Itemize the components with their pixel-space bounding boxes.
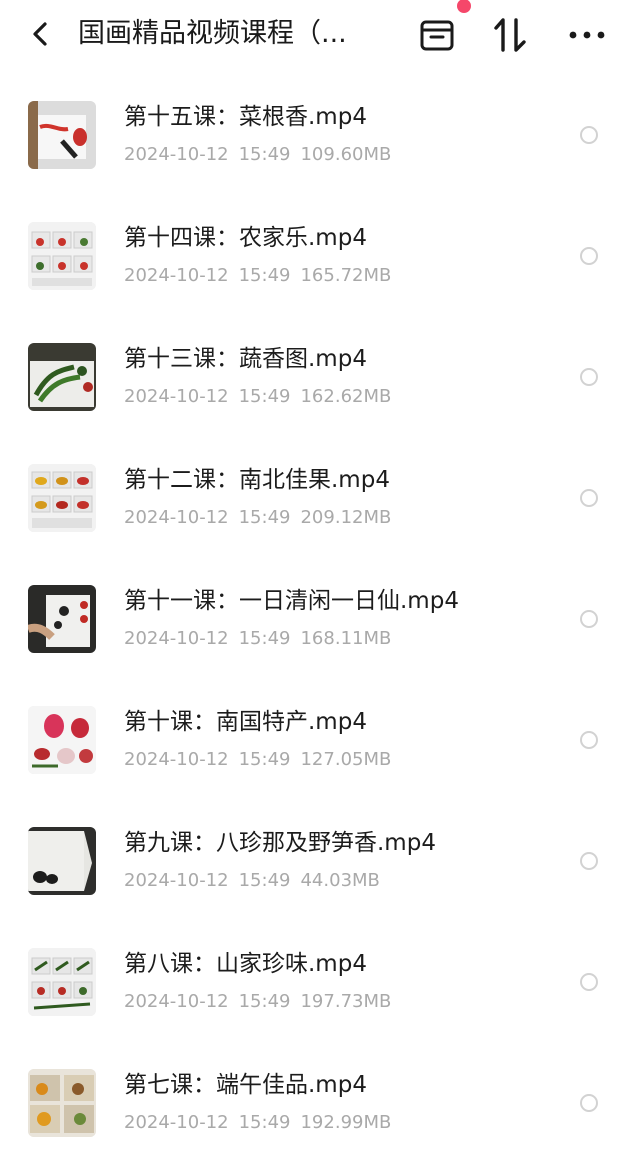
file-time: 15:49 — [238, 991, 291, 1012]
select-radio[interactable] — [580, 610, 598, 628]
file-date: 2024-10-12 — [124, 1112, 229, 1133]
file-size: 209.12MB — [300, 507, 392, 528]
file-meta: 2024-10-12 15:49 192.99MB — [124, 1110, 401, 1136]
file-size: 165.72MB — [300, 265, 392, 286]
video-thumbnail — [28, 222, 96, 290]
file-name: 第十课：南国特产.mp4 — [124, 709, 367, 735]
file-name: 第九课：八珍那及野笋香.mp4 — [124, 830, 436, 856]
file-time: 15:49 — [238, 144, 291, 165]
file-meta: 2024-10-12 15:49 109.60MB — [124, 142, 401, 168]
file-meta: 2024-10-12 15:49 168.11MB — [124, 626, 401, 652]
file-row[interactable]: 第十一课：一日清闲一日仙.mp4 2024-10-12 15:49 168.11MB — [0, 554, 640, 675]
file-time: 15:49 — [238, 265, 291, 286]
file-list: 第十五课：菜根香.mp4 2024-10-12 15:49 109.60MB 第… — [0, 70, 640, 1159]
window-button[interactable] — [414, 12, 460, 58]
file-meta: 2024-10-12 15:49 162.62MB — [124, 384, 401, 410]
file-size: 127.05MB — [300, 749, 392, 770]
video-thumbnail — [28, 948, 96, 1016]
file-date: 2024-10-12 — [124, 749, 229, 770]
more-button[interactable] — [564, 12, 610, 58]
file-size: 197.73MB — [300, 991, 392, 1012]
select-radio[interactable] — [580, 489, 598, 507]
file-row[interactable]: 第九课：八珍那及野笋香.mp4 2024-10-12 15:49 44.03MB — [0, 796, 640, 917]
select-radio[interactable] — [580, 247, 598, 265]
file-date: 2024-10-12 — [124, 265, 229, 286]
file-size: 44.03MB — [300, 870, 380, 891]
window-icon — [420, 20, 454, 51]
file-date: 2024-10-12 — [124, 507, 229, 528]
file-time: 15:49 — [238, 507, 291, 528]
file-date: 2024-10-12 — [124, 386, 229, 407]
file-size: 168.11MB — [300, 628, 392, 649]
file-name: 第十二课：南北佳果.mp4 — [124, 467, 390, 493]
select-radio[interactable] — [580, 731, 598, 749]
file-meta: 2024-10-12 15:49 209.12MB — [124, 505, 401, 531]
file-name: 第十五课：菜根香.mp4 — [124, 104, 367, 130]
file-name: 第十一课：一日清闲一日仙.mp4 — [124, 588, 459, 614]
file-meta: 2024-10-12 15:49 165.72MB — [124, 263, 401, 289]
select-radio[interactable] — [580, 126, 598, 144]
file-time: 15:49 — [238, 870, 291, 891]
file-date: 2024-10-12 — [124, 144, 229, 165]
back-button[interactable] — [22, 16, 58, 52]
select-radio[interactable] — [580, 973, 598, 991]
video-thumbnail — [28, 706, 96, 774]
file-size: 192.99MB — [300, 1112, 392, 1133]
file-row[interactable]: 第七课：端午佳品.mp4 2024-10-12 15:49 192.99MB — [0, 1038, 640, 1159]
notification-dot — [457, 0, 471, 13]
file-row[interactable]: 第十五课：菜根香.mp4 2024-10-12 15:49 109.60MB — [0, 70, 640, 191]
file-row[interactable]: 第十四课：农家乐.mp4 2024-10-12 15:49 165.72MB — [0, 191, 640, 312]
file-date: 2024-10-12 — [124, 628, 229, 649]
file-row[interactable]: 第十三课：蔬香图.mp4 2024-10-12 15:49 162.62MB — [0, 312, 640, 433]
chevron-left-icon — [33, 22, 47, 46]
video-thumbnail — [28, 827, 96, 895]
file-meta: 2024-10-12 15:49 44.03MB — [124, 868, 390, 894]
file-size: 109.60MB — [300, 144, 392, 165]
select-radio[interactable] — [580, 368, 598, 386]
file-meta: 2024-10-12 15:49 197.73MB — [124, 989, 401, 1015]
video-thumbnail — [28, 1069, 96, 1137]
file-name: 第十四课：农家乐.mp4 — [124, 225, 367, 251]
sort-button[interactable] — [488, 12, 534, 58]
video-thumbnail — [28, 343, 96, 411]
select-radio[interactable] — [580, 852, 598, 870]
file-date: 2024-10-12 — [124, 991, 229, 1012]
file-meta: 2024-10-12 15:49 127.05MB — [124, 747, 401, 773]
file-time: 15:49 — [238, 749, 291, 770]
file-row[interactable]: 第十课：南国特产.mp4 2024-10-12 15:49 127.05MB — [0, 675, 640, 796]
file-time: 15:49 — [238, 628, 291, 649]
file-name: 第七课：端午佳品.mp4 — [124, 1072, 367, 1098]
video-thumbnail — [28, 101, 96, 169]
file-row[interactable]: 第十二课：南北佳果.mp4 2024-10-12 15:49 209.12MB — [0, 433, 640, 554]
sort-icon — [494, 18, 526, 52]
file-size: 162.62MB — [300, 386, 392, 407]
more-icon — [569, 31, 605, 39]
video-thumbnail — [28, 464, 96, 532]
file-time: 15:49 — [238, 1112, 291, 1133]
top-bar: 国画精品视频课程（... — [0, 0, 640, 70]
video-thumbnail — [28, 585, 96, 653]
file-name: 第十三课：蔬香图.mp4 — [124, 346, 367, 372]
select-radio[interactable] — [580, 1094, 598, 1112]
file-name: 第八课：山家珍味.mp4 — [124, 951, 367, 977]
file-row[interactable]: 第八课：山家珍味.mp4 2024-10-12 15:49 197.73MB — [0, 917, 640, 1038]
file-time: 15:49 — [238, 386, 291, 407]
page-title: 国画精品视频课程（... — [78, 18, 347, 49]
file-date: 2024-10-12 — [124, 870, 229, 891]
